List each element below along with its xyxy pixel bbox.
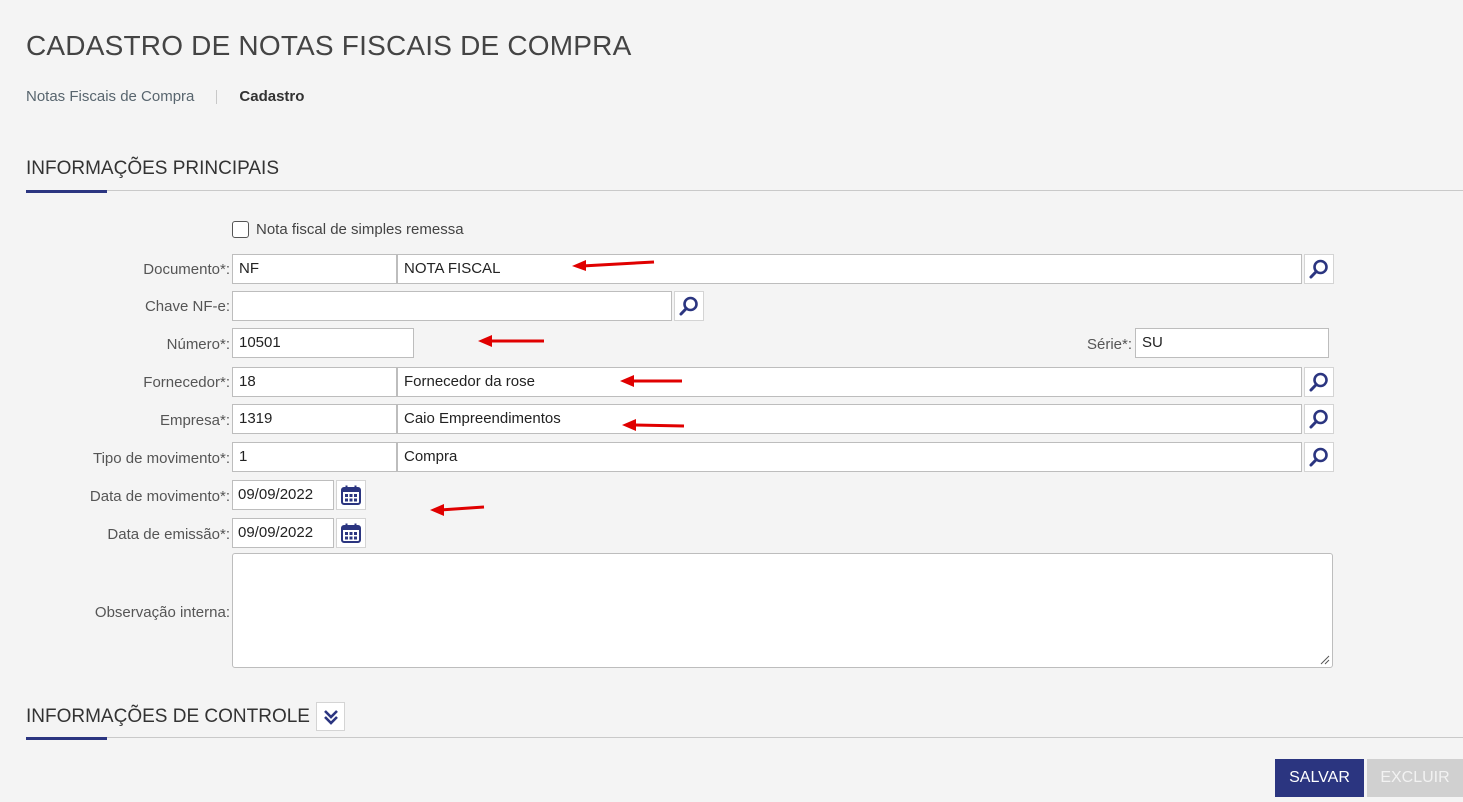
annotation-arrow [622,419,685,431]
magnifier-icon [1309,372,1328,392]
empresa-description-field[interactable]: Caio Empreendimentos [397,404,1302,434]
data-emissao-calendar-button[interactable] [336,518,366,548]
observacao-label: Observação interna: [94,604,230,621]
simples-remessa-label: Nota fiscal de simples remessa [256,221,464,238]
empresa-code-field[interactable]: 1319 [232,404,397,434]
resize-handle-icon[interactable] [1319,654,1330,665]
data-movimento-field[interactable]: 09/09/2022 [232,480,334,510]
numero-field[interactable]: 10501 [232,328,414,358]
chave-nfe-label: Chave NF-e: [144,298,230,315]
section-control-title: INFORMAÇÕES DE CONTROLE [26,706,310,727]
page-title: CADASTRO DE NOTAS FISCAIS DE COMPRA [26,30,632,61]
section-divider [26,737,1463,738]
data-emissao-label: Data de emissão*: [107,526,230,543]
breadcrumb: Notas Fiscais de Compra Cadastro [26,88,304,105]
serie-label: Série*: [1087,336,1133,353]
section-divider [26,190,1463,191]
data-movimento-label: Data de movimento*: [89,488,230,505]
observacao-textarea[interactable] [232,553,1333,668]
magnifier-icon [1309,447,1328,467]
section-accent-bar [26,737,107,740]
fornecedor-code-field[interactable]: 18 [232,367,397,397]
documento-label: Documento*: [143,261,230,278]
annotation-arrow [620,375,682,387]
fornecedor-search-button[interactable] [1304,367,1334,397]
documento-code-field[interactable]: NF [232,254,397,284]
tipo-movimento-description-field[interactable]: Compra [397,442,1302,472]
expand-control-button[interactable] [316,702,345,731]
documento-search-button[interactable] [1304,254,1334,284]
tipo-movimento-label: Tipo de movimento*: [92,450,230,467]
tipo-movimento-code-field[interactable]: 1 [232,442,397,472]
chave-nfe-field[interactable] [232,291,672,321]
empresa-label: Empresa*: [159,412,230,429]
section-main-title: INFORMAÇÕES PRINCIPAIS [26,158,280,179]
delete-button[interactable]: EXCLUIR [1367,759,1463,797]
breadcrumb-separator [216,89,218,104]
breadcrumb-current: Cadastro [239,88,305,105]
data-movimento-calendar-button[interactable] [336,480,366,510]
annotation-arrow [478,335,544,347]
tipo-movimento-search-button[interactable] [1304,442,1334,472]
magnifier-icon [1309,259,1328,279]
annotation-arrow [430,504,485,516]
chave-nfe-search-button[interactable] [674,291,704,321]
simples-remessa-checkbox[interactable] [232,221,249,238]
calendar-icon [341,523,361,543]
section-control-header: INFORMAÇÕES DE CONTROLE [26,706,1463,740]
section-accent-bar [26,190,107,193]
fornecedor-label: Fornecedor*: [143,374,230,391]
data-emissao-field[interactable]: 09/09/2022 [232,518,334,548]
save-button[interactable]: SALVAR [1275,759,1364,797]
serie-field[interactable]: SU [1135,328,1329,358]
magnifier-icon [679,296,698,316]
numero-label: Número*: [166,336,230,353]
annotation-arrow [572,260,655,271]
calendar-icon [341,485,361,505]
chevron-double-down-icon [323,709,338,725]
fornecedor-description-field[interactable]: Fornecedor da rose [397,367,1302,397]
section-main-header: INFORMAÇÕES PRINCIPAIS [26,158,1463,193]
documento-description-field[interactable]: NOTA FISCAL [397,254,1302,284]
magnifier-icon [1309,409,1328,429]
breadcrumb-parent-link[interactable]: Notas Fiscais de Compra [26,88,194,105]
empresa-search-button[interactable] [1304,404,1334,434]
